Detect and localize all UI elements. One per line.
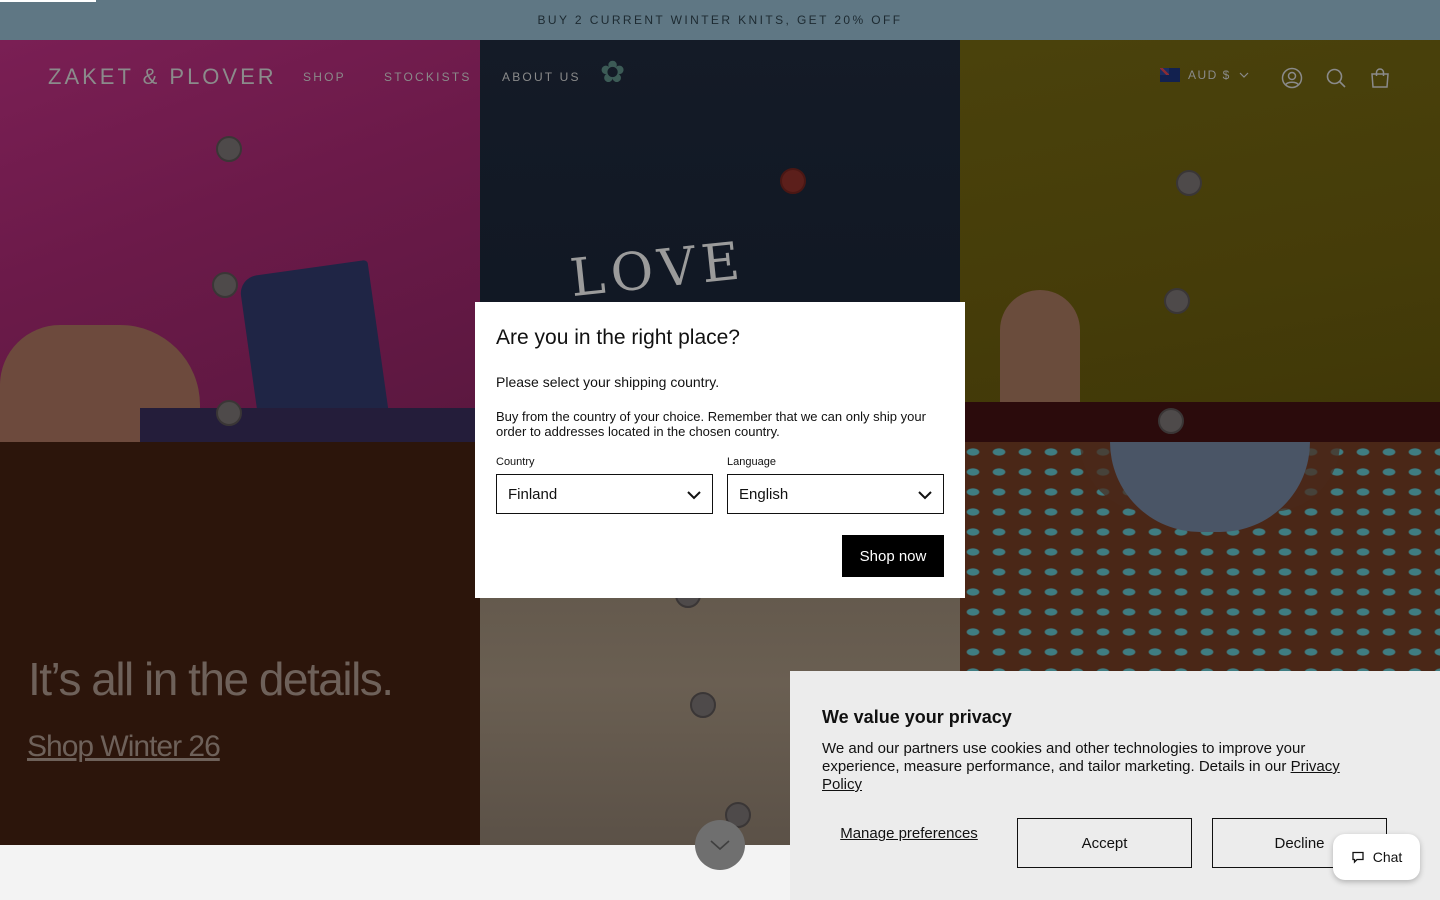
shop-winter-link[interactable]: Shop Winter 26	[27, 730, 221, 764]
modal-title: Are you in the right place?	[496, 326, 740, 349]
cookie-body: We and our partners use cookies and othe…	[822, 740, 1306, 775]
site-header: ZAKET & PLOVER SHOP STOCKISTS ABOUT US A…	[0, 40, 1440, 116]
chevron-down-icon	[710, 840, 730, 851]
country-value: Finland	[508, 485, 558, 503]
chevron-down-icon	[1239, 72, 1249, 78]
currency-selector[interactable]: AUD $	[1160, 68, 1249, 82]
manage-preferences-link[interactable]: Manage preferences	[822, 825, 996, 842]
page-load-progress	[0, 0, 96, 2]
decor-button	[780, 168, 806, 194]
love-embroidery: LOVE	[567, 230, 749, 310]
chevron-down-icon	[918, 491, 932, 500]
flag-au-icon	[1160, 68, 1180, 82]
decor-collar	[1110, 442, 1310, 532]
language-select[interactable]: English	[727, 474, 944, 514]
nav-stockists[interactable]: STOCKISTS	[384, 70, 472, 84]
logo[interactable]: ZAKET & PLOVER	[48, 64, 277, 90]
hero-tagline: It’s all in the details.	[28, 653, 394, 705]
accept-button[interactable]: Accept	[1017, 818, 1192, 868]
decor-button	[1158, 408, 1184, 434]
language-value: English	[739, 485, 789, 503]
decor-button	[216, 400, 242, 426]
cookie-title: We value your privacy	[822, 707, 1012, 727]
shop-now-button[interactable]: Shop now	[842, 535, 944, 577]
language-label: Language	[727, 456, 776, 468]
chat-label: Chat	[1372, 849, 1403, 865]
scroll-down-button[interactable]	[695, 820, 745, 870]
chat-button[interactable]: Chat	[1333, 834, 1420, 880]
account-icon[interactable]	[1280, 66, 1304, 90]
nav-about-us[interactable]: ABOUT US	[502, 70, 581, 84]
decor-hem	[140, 408, 480, 442]
country-select[interactable]: Finland	[496, 474, 713, 514]
decor-button	[212, 272, 238, 298]
decor-button	[1164, 288, 1190, 314]
modal-description: Buy from the country of your choice. Rem…	[496, 409, 926, 439]
decor-button	[1176, 170, 1202, 196]
announcement-bar: BUY 2 CURRENT WINTER KNITS, GET 20% OFF	[0, 0, 1440, 40]
decor-hem	[960, 402, 1440, 442]
announcement-text: BUY 2 CURRENT WINTER KNITS, GET 20% OFF	[537, 13, 903, 27]
decor-button	[216, 136, 242, 162]
nav-shop[interactable]: SHOP	[303, 70, 346, 84]
country-selector-modal: Are you in the right place? Please selec…	[475, 302, 965, 598]
cookie-text: We and our partners use cookies and othe…	[822, 740, 1382, 794]
hero-tile-brown-promo	[0, 442, 480, 845]
bag-icon[interactable]	[1368, 66, 1392, 90]
search-icon[interactable]	[1324, 66, 1348, 90]
currency-label: AUD $	[1188, 68, 1231, 82]
decor-button	[690, 692, 716, 718]
modal-subtitle: Please select your shipping country.	[496, 374, 720, 390]
country-label: Country	[496, 456, 535, 468]
chat-bubble-icon	[1352, 851, 1364, 864]
chevron-down-icon	[687, 491, 701, 500]
